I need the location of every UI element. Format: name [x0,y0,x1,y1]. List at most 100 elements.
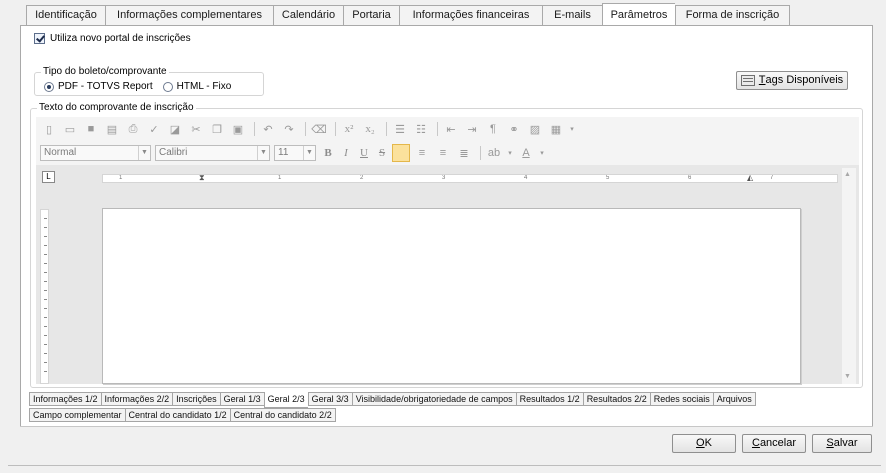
numbered-list-icon[interactable]: ☷ [412,120,430,138]
font-color-dropdown-icon[interactable]: ▾ [538,144,546,162]
tab-central-candidato-1-2[interactable]: Central do candidato 1/2 [124,408,230,422]
ruler-number: 1 [119,175,124,181]
ok-button[interactable]: OK [672,434,736,453]
cancel-button[interactable]: Cancelar [742,434,806,453]
radio-pdf-totvs-report[interactable] [44,81,54,92]
bullet-list-icon[interactable]: ☰ [391,120,409,138]
align-right-icon[interactable]: ≡ [434,144,452,162]
image-icon[interactable]: ▨ [526,120,544,138]
font-combo[interactable]: Calibri ▼ [155,145,270,161]
radio-html-fixo[interactable] [162,81,173,92]
toolbar-separator [254,122,255,136]
ruler-number: 6 [688,175,693,181]
paste-icon[interactable]: ▣ [229,120,247,138]
spellcheck-icon[interactable]: ✓ [145,120,163,138]
copy-icon[interactable]: ❐ [208,120,226,138]
font-size-combo[interactable]: 11 ▼ [274,145,316,161]
hyperlink-icon[interactable]: ⚭ [505,120,523,138]
scroll-up-icon[interactable]: ▲ [844,171,851,178]
highlight-dropdown-icon[interactable]: ▾ [506,144,514,162]
window: Identificação Informações complementares… [0,0,886,473]
show-marks-icon[interactable]: ¶ [484,120,502,138]
scroll-down-icon[interactable]: ▼ [844,373,851,380]
document-page[interactable] [102,208,801,384]
use-new-portal-checkbox[interactable] [34,33,45,44]
use-new-portal-option[interactable]: Utiliza novo portal de inscrições [34,33,191,44]
tab-calendario[interactable]: Calendário [273,5,343,25]
strikethrough-icon[interactable]: S [374,147,390,159]
clear-format-icon[interactable]: ⌫ [310,120,328,138]
indent-marker-icon[interactable]: ⧗ [199,175,206,182]
print-icon[interactable]: ⎙ [124,120,142,138]
undo-icon[interactable]: ↶ [259,120,277,138]
tags-button-label: ags Disponíveis [765,74,844,86]
ruler-number: 5 [606,175,611,181]
superscript-icon[interactable]: x² [340,120,358,138]
align-left-icon[interactable] [392,144,410,162]
properties-icon[interactable]: ◪ [166,120,184,138]
tab-resultados-2-2[interactable]: Resultados 2/2 [582,392,650,406]
tab-identificacao[interactable]: Identificação [26,5,105,25]
editor-vertical-scrollbar[interactable]: ▲ ▼ [842,168,856,384]
window-bottom-border [8,465,881,466]
save-button[interactable]: Salvar [812,434,872,453]
toolbar-separator [437,122,438,136]
boleto-type-legend: Tipo do boleto/comprovante [41,66,169,77]
redo-icon[interactable]: ↷ [280,120,298,138]
underline-icon[interactable]: U [356,147,372,159]
increase-indent-icon[interactable]: ⇥ [463,120,481,138]
tab-portaria[interactable]: Portaria [343,5,399,25]
ruler-number: 7 [770,175,775,181]
justify-icon[interactable]: ≣ [455,144,473,162]
tab-visibilidade[interactable]: Visibilidade/obrigatoriedade de campos [351,392,516,406]
toolbar-separator [480,146,481,160]
right-indent-marker-icon[interactable]: ◭ [747,175,754,182]
open-folder-icon[interactable]: ▭ [61,120,79,138]
tab-parametros[interactable]: Parâmetros [602,3,675,25]
table-icon[interactable]: ▦ [547,120,565,138]
cut-icon[interactable]: ✂ [187,120,205,138]
tab-informacoes-2-2[interactable]: Informações 2/2 [100,392,173,406]
tab-emails[interactable]: E-mails [542,5,602,25]
tab-informacoes-financeiras[interactable]: Informações financeiras [399,5,542,25]
highlight-color-icon[interactable]: ab [485,144,503,162]
tab-informacoes-1-2[interactable]: Informações 1/2 [29,392,101,406]
tab-informacoes-complementares[interactable]: Informações complementares [105,5,273,25]
style-combo-value: Normal [44,147,77,158]
save-accel: S [826,437,834,449]
tab-inscricoes[interactable]: Inscrições [172,392,220,406]
radio-pdf-label[interactable]: PDF - TOTVS Report [58,81,153,92]
tab-redes-sociais[interactable]: Redes sociais [649,392,713,406]
save-all-icon[interactable]: ▤ [103,120,121,138]
tag-icon [740,75,755,86]
tab-campo-complementar[interactable]: Campo complementar [29,408,125,422]
tab-stop-selector[interactable]: L [42,171,55,183]
tab-resultados-1-2[interactable]: Resultados 1/2 [515,392,583,406]
tab-forma-de-inscricao[interactable]: Forma de inscrição [675,5,790,25]
bold-icon[interactable]: B [320,147,336,159]
tab-geral-3-3[interactable]: Geral 3/3 [307,392,352,406]
horizontal-ruler[interactable]: 1 1 2 3 4 5 6 7 ⧗ ◭ [102,174,838,183]
save-icon[interactable]: ■ [82,120,100,138]
ruler-number: 1 [278,175,283,181]
editor-toolbar-format: Normal ▼ Calibri ▼ 11 ▼ B I U S ≡ ≡ ≣ ab… [36,141,859,165]
boleto-options: PDF - TOTVS Report HTML - Fixo [44,81,231,92]
bottom-tabs-row-1: Informações 1/2 Informações 2/2 Inscriçõ… [29,392,756,408]
font-color-icon[interactable]: A [517,144,535,162]
tab-geral-1-3[interactable]: Geral 1/3 [219,392,264,406]
new-document-icon[interactable]: ▯ [40,120,58,138]
italic-icon[interactable]: I [338,147,354,159]
decrease-indent-icon[interactable]: ⇤ [442,120,460,138]
tags-available-button[interactable]: Tags Disponíveis [736,71,848,90]
subscript-icon[interactable]: x₂ [361,120,379,138]
radio-html-label[interactable]: HTML - Fixo [177,81,232,92]
table-dropdown-icon[interactable]: ▾ [568,120,576,138]
tab-geral-2-3[interactable]: Geral 2/3 [263,392,308,408]
font-combo-value: Calibri [159,147,188,158]
tab-central-candidato-2-2[interactable]: Central do candidato 2/2 [229,408,336,422]
document-area[interactable]: L 1 1 2 3 4 5 6 7 ⧗ ◭ [36,165,859,384]
use-new-portal-label: Utiliza novo portal de inscrições [50,33,191,44]
align-center-icon[interactable]: ≡ [413,144,431,162]
style-combo[interactable]: Normal ▼ [40,145,151,161]
tab-arquivos[interactable]: Arquivos [712,392,756,406]
